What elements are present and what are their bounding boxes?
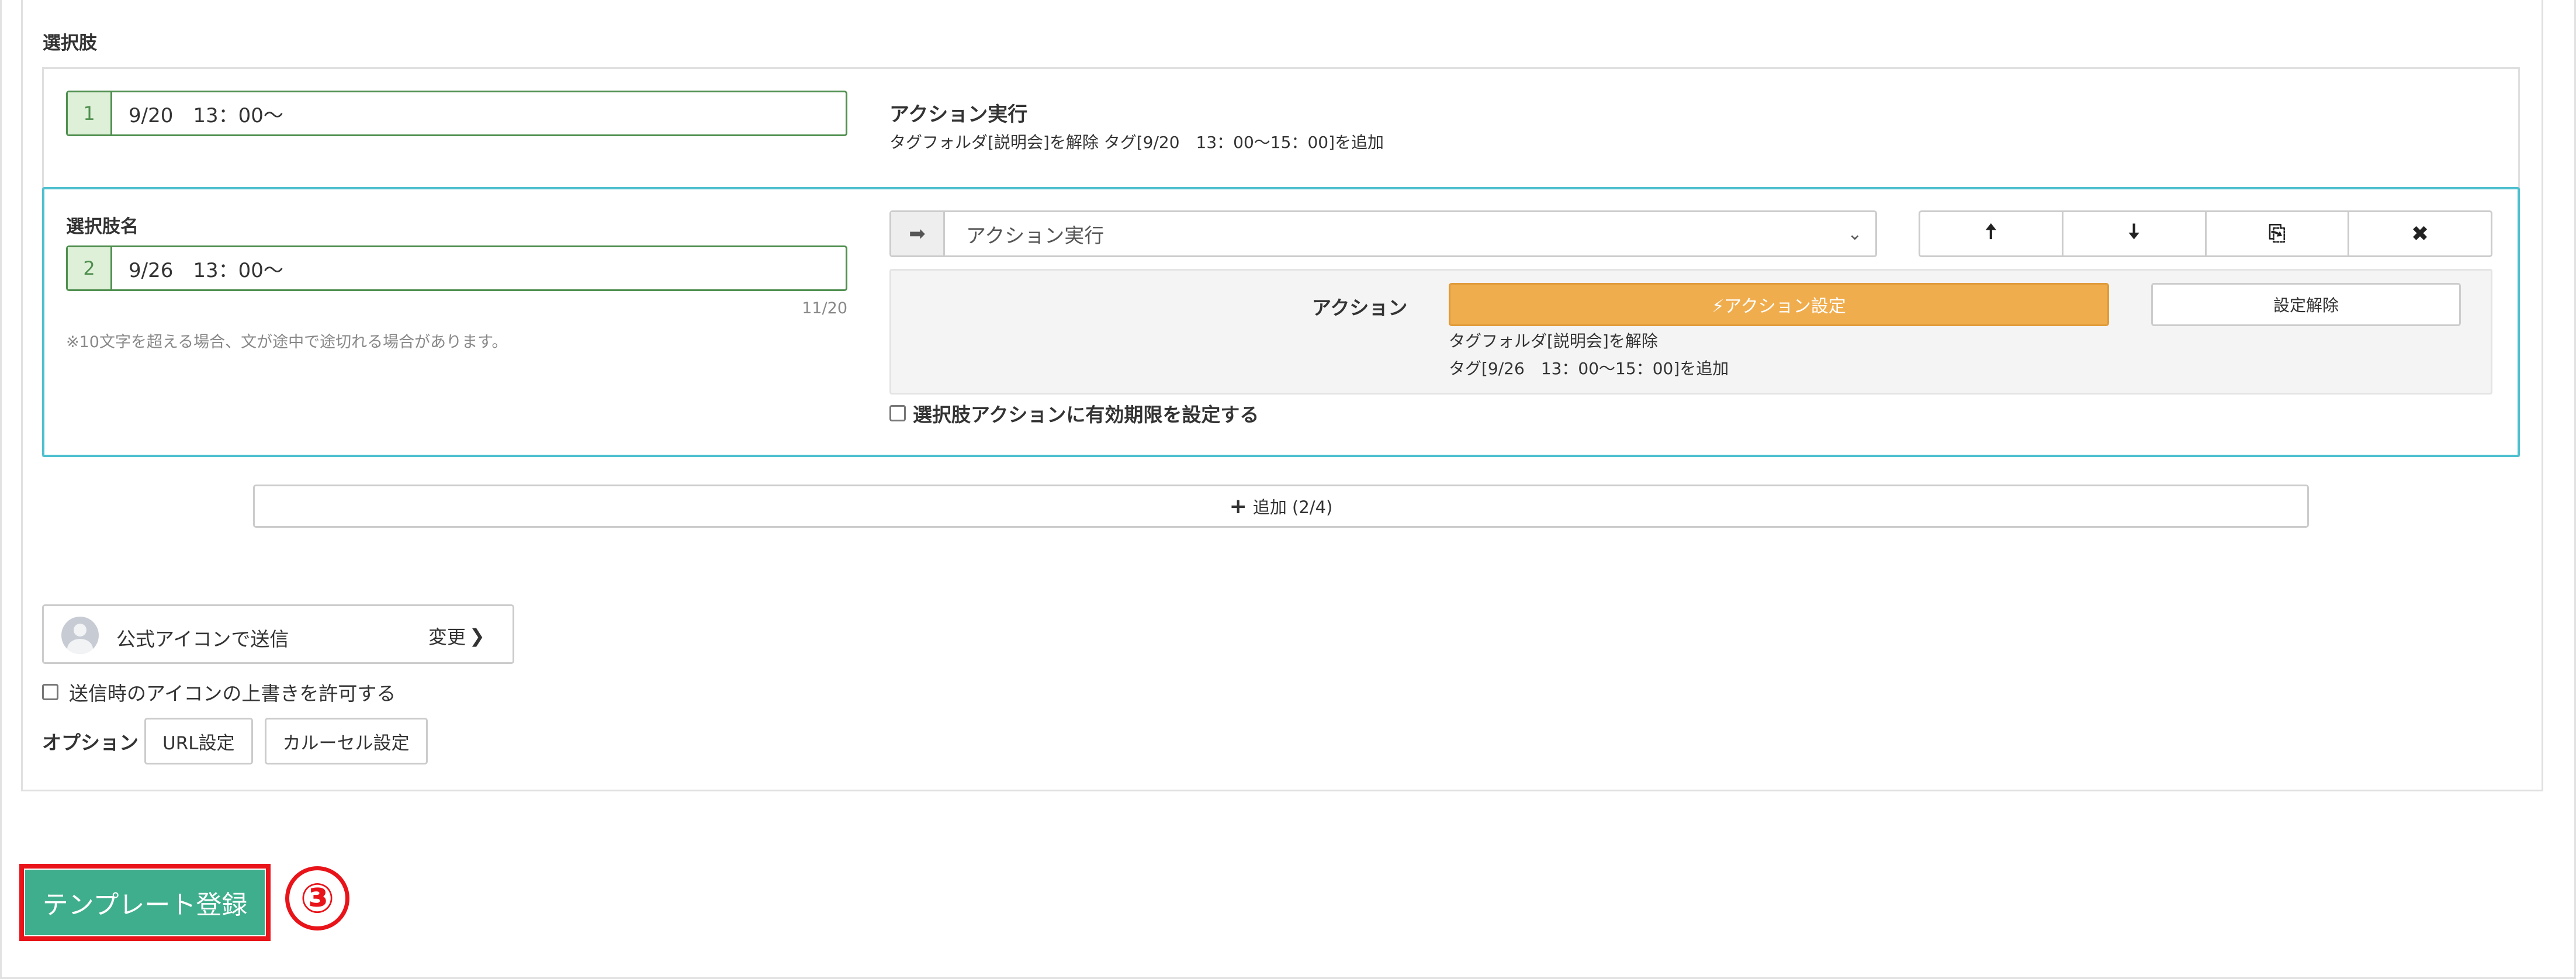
action-settings-button[interactable]: ⚡アクション設定 (1449, 283, 2109, 326)
chevron-down-icon: ⌄ (1847, 223, 1862, 244)
add-choice-button[interactable]: + 追加 (2/4) (253, 485, 2309, 528)
choice-2-field[interactable]: 2 9/26 13：00～ (66, 245, 847, 291)
override-checkbox[interactable] (42, 684, 58, 700)
arrow-up-icon: 🠅 (1985, 219, 1997, 244)
expiry-label: 選択肢アクションに有効期限を設定する (913, 403, 1259, 426)
register-template-button[interactable]: テンプレート登録 (25, 870, 265, 935)
add-choice-label: 追加 (2/4) (1252, 497, 1333, 517)
action-label: アクション (1312, 296, 1408, 319)
choice-1-field[interactable]: 1 9/20 13：00～ (66, 91, 847, 136)
override-row: 送信時のアイコンの上書きを許可する (42, 678, 396, 706)
step-marker: ③ (285, 866, 349, 930)
sender-change-link[interactable]: 変更 ❯ (428, 622, 485, 649)
carousel-settings-button[interactable]: カルーセル設定 (264, 718, 428, 764)
choice-2-number: 2 (68, 247, 112, 289)
arrow-down-icon: 🠇 (2128, 219, 2140, 244)
action-desc-line-1: タグフォルダ[説明会]を解除 (1449, 331, 1658, 351)
expiry-checkbox[interactable] (889, 405, 906, 421)
choice-name-label: 選択肢名 (66, 216, 139, 237)
choice-1-number: 1 (68, 92, 112, 134)
plus-icon: + (1229, 494, 1247, 518)
arrow-right-icon: ➡ (891, 212, 945, 255)
choice-control-group: 🠅 🠇 ⎘ ✖ (1919, 210, 2492, 257)
choice-2-value[interactable]: 9/26 13：00～ (112, 254, 283, 283)
section-title: 選択肢 (43, 33, 97, 54)
action-type-select[interactable]: ➡ アクション実行 ⌄ (889, 210, 1877, 257)
action-desc-line-2: タグ[9/26 13：00～15：00]を追加 (1449, 359, 1729, 378)
copy-button[interactable]: ⎘ (2206, 212, 2350, 255)
chevron-right-icon: ❯ (469, 625, 485, 647)
char-count: 11/20 (802, 299, 847, 317)
action-type-value: アクション実行 (966, 224, 1105, 248)
options-label: オプション (42, 731, 139, 754)
length-note: ※10文字を超える場合、文が途中で途切れる場合があります。 (66, 333, 508, 351)
options-row: オプション URL設定 カルーセル設定 (42, 718, 439, 764)
delete-button[interactable]: ✖ (2349, 212, 2491, 255)
sender-selector[interactable]: 公式アイコンで送信 変更 ❯ (42, 604, 514, 664)
sender-label: 公式アイコンで送信 (116, 628, 289, 651)
move-up-button[interactable]: 🠅 (1920, 212, 2063, 255)
sender-change-label: 変更 (428, 626, 466, 648)
avatar (61, 617, 99, 654)
choice-1-action-desc: タグフォルダ[説明会]を解除 タグ[9/20 13：00～15：00]を追加 (889, 133, 1384, 152)
choice-1-value: 9/20 13：00～ (129, 103, 283, 127)
url-settings-button[interactable]: URL設定 (144, 718, 253, 764)
choice-1-action-title: アクション実行 (889, 103, 1028, 126)
copy-icon: ⎘ (2268, 222, 2286, 245)
close-icon: ✖ (2411, 222, 2429, 246)
move-down-button[interactable]: 🠇 (2063, 212, 2207, 255)
expiry-row: 選択肢アクションに有効期限を設定する (889, 399, 1259, 427)
clear-settings-button[interactable]: 設定解除 (2151, 283, 2461, 326)
override-label: 送信時のアイコンの上書きを許可する (69, 682, 396, 705)
